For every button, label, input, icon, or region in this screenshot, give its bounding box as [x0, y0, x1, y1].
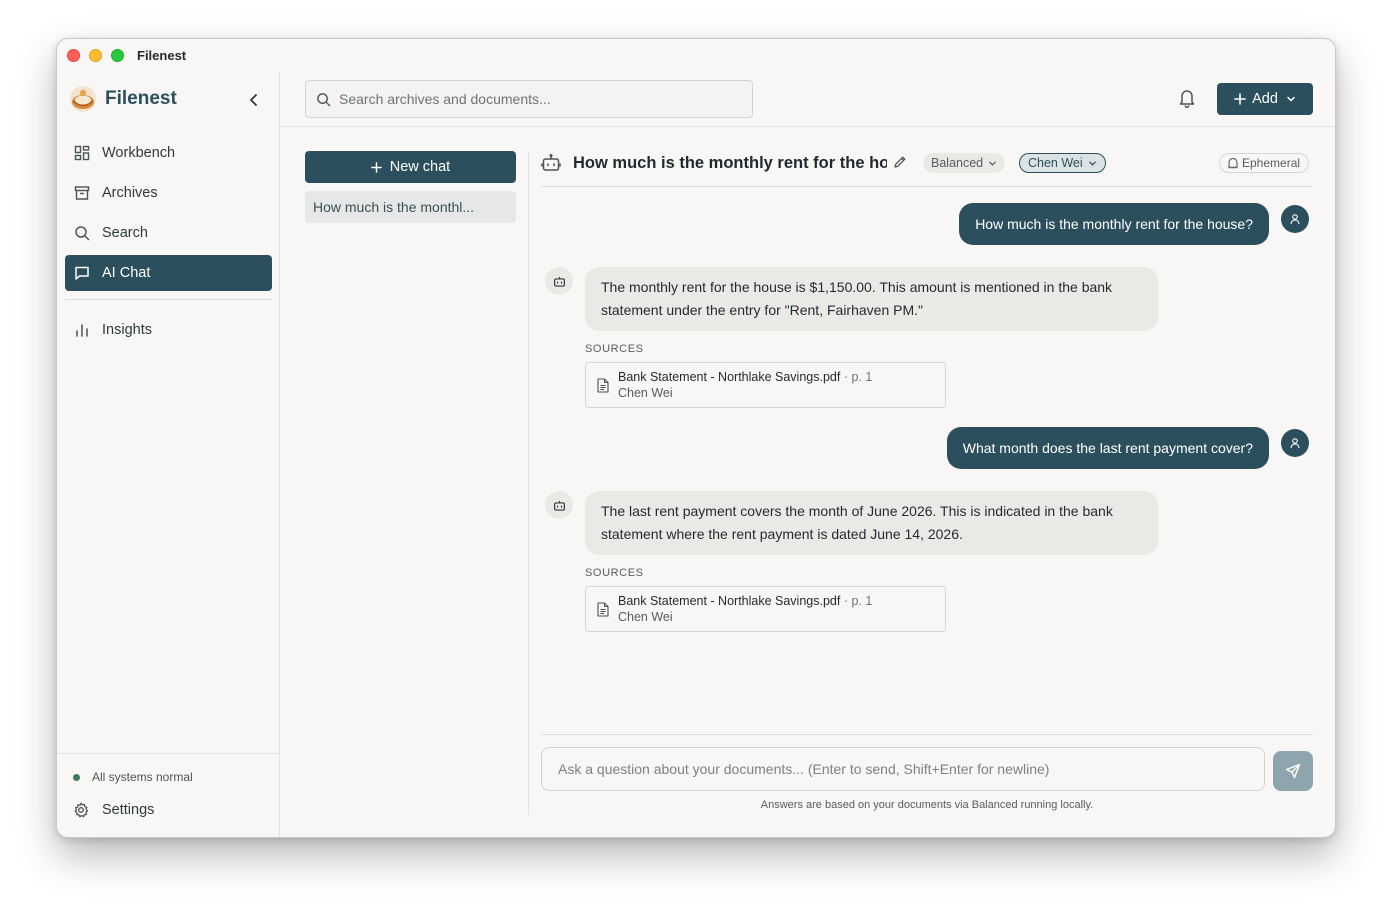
status-text: All systems normal	[92, 770, 193, 784]
sidebar-item-label: Workbench	[102, 145, 176, 161]
gear-icon	[74, 802, 89, 818]
source-name: Bank Statement - Northlake Savings.pdf ·…	[618, 370, 873, 384]
settings-label: Settings	[102, 802, 155, 818]
source-name: Bank Statement - Northlake Savings.pdf ·…	[618, 594, 873, 608]
chevron-down-icon	[989, 161, 996, 166]
chat-panel: How much is the monthly rent for the hou…	[541, 151, 1313, 831]
nest-logo-icon	[70, 86, 96, 112]
robot-icon	[553, 276, 565, 287]
user-message: How much is the monthly rent for the hou…	[959, 203, 1269, 245]
pencil-icon	[894, 156, 906, 168]
sources-label: SOURCES	[585, 567, 644, 579]
chat-list: New chat How much is the monthl...	[305, 151, 516, 223]
minimize-window-button[interactable]	[89, 48, 102, 62]
new-chat-label: New chat	[389, 159, 451, 175]
chat-title: How much is the monthly rent for the hou	[573, 154, 887, 172]
status-dot-icon	[73, 773, 80, 781]
new-chat-button[interactable]: New chat	[305, 151, 516, 183]
source-owner: Chen Wei	[618, 386, 673, 400]
plus-icon	[1234, 93, 1246, 105]
brand[interactable]: Filenest	[69, 85, 177, 113]
system-status: All systems normal	[73, 770, 193, 784]
bar-chart-icon	[76, 324, 88, 337]
document-icon	[597, 602, 609, 617]
user-selector[interactable]: Chen Wei	[1019, 153, 1106, 173]
plus-icon	[370, 161, 382, 173]
app-window: Filenest Filenest Workbench Archives Sea…	[56, 38, 1336, 838]
add-label: Add	[1252, 91, 1278, 107]
panel-divider	[528, 151, 529, 815]
sidebar-item-label: Search	[102, 225, 148, 241]
sidebar-item-workbench[interactable]: Workbench	[65, 135, 272, 171]
user-avatar	[1281, 205, 1309, 233]
user-icon	[1290, 438, 1300, 449]
sidebar-item-label: AI Chat	[102, 265, 151, 281]
robot-icon	[541, 153, 561, 171]
chat-list-item[interactable]: How much is the monthl...	[305, 191, 516, 223]
user-label: Chen Wei	[1028, 156, 1083, 170]
assistant-avatar	[545, 491, 573, 519]
ephemeral-toggle[interactable]: Ephemeral	[1219, 153, 1310, 173]
search-icon	[75, 226, 90, 241]
assistant-message: The last rent payment covers the month o…	[585, 491, 1158, 555]
zoom-window-button[interactable]	[111, 48, 124, 62]
title-bar: Filenest	[57, 39, 1335, 71]
user-avatar	[1281, 429, 1309, 457]
archive-icon	[74, 186, 90, 200]
search-icon	[317, 92, 331, 106]
source-owner: Chen Wei	[618, 610, 673, 624]
search-input[interactable]	[339, 91, 739, 107]
top-bar: Add	[281, 71, 1335, 127]
message-input[interactable]	[558, 761, 1248, 777]
sidebar-item-insights[interactable]: Insights	[65, 312, 272, 348]
chevron-down-icon	[1088, 161, 1096, 166]
collapse-sidebar-button[interactable]	[243, 89, 265, 111]
sidebar-item-ai-chat[interactable]: AI Chat	[65, 255, 272, 291]
user-message: What month does the last rent payment co…	[946, 427, 1269, 469]
brand-name: Filenest	[105, 88, 177, 109]
user-icon	[1290, 214, 1300, 225]
message-composer[interactable]	[541, 747, 1265, 791]
sidebar-item-label: Archives	[102, 185, 158, 201]
document-icon	[597, 378, 609, 393]
ghost-icon	[1228, 157, 1238, 169]
chat-footnote: Answers are based on your documents via …	[760, 799, 1094, 811]
chat-header: How much is the monthly rent for the hou…	[541, 151, 1313, 187]
model-selector[interactable]: Balanced	[923, 153, 1006, 173]
grid-icon	[74, 145, 90, 161]
bell-icon	[1179, 90, 1195, 108]
chevron-left-icon	[250, 94, 257, 106]
ephemeral-label: Ephemeral	[1242, 156, 1301, 170]
sources-label: SOURCES	[585, 343, 644, 355]
rename-chat-button[interactable]	[893, 155, 907, 174]
sidebar-footer: All systems normal Settings	[57, 753, 279, 837]
nav-divider	[65, 299, 272, 300]
sidebar: Filenest Workbench Archives Search AI Ch…	[57, 71, 280, 837]
assistant-avatar	[545, 267, 573, 295]
send-icon	[1285, 763, 1301, 779]
source-citation[interactable]: Bank Statement - Northlake Savings.pdf ·…	[585, 362, 946, 408]
settings-button[interactable]: Settings	[73, 802, 154, 818]
global-search[interactable]	[305, 80, 753, 118]
add-button[interactable]: Add	[1217, 83, 1313, 115]
window-title: Filenest	[137, 47, 187, 63]
chevron-down-icon	[1287, 96, 1295, 102]
close-window-button[interactable]	[67, 48, 80, 62]
sidebar-item-label: Insights	[102, 322, 152, 338]
sidebar-item-search[interactable]: Search	[65, 215, 272, 251]
source-citation[interactable]: Bank Statement - Northlake Savings.pdf ·…	[585, 586, 946, 632]
composer-divider	[541, 734, 1313, 735]
model-label: Balanced	[931, 156, 984, 170]
chat-icon	[75, 266, 89, 280]
send-button[interactable]	[1273, 751, 1313, 791]
notifications-button[interactable]	[1177, 87, 1201, 111]
sidebar-nav: Workbench Archives Search AI Chat Insigh…	[65, 135, 272, 352]
assistant-message: The monthly rent for the house is $1,150…	[585, 267, 1158, 331]
robot-icon	[553, 500, 565, 511]
sidebar-item-archives[interactable]: Archives	[65, 175, 272, 211]
